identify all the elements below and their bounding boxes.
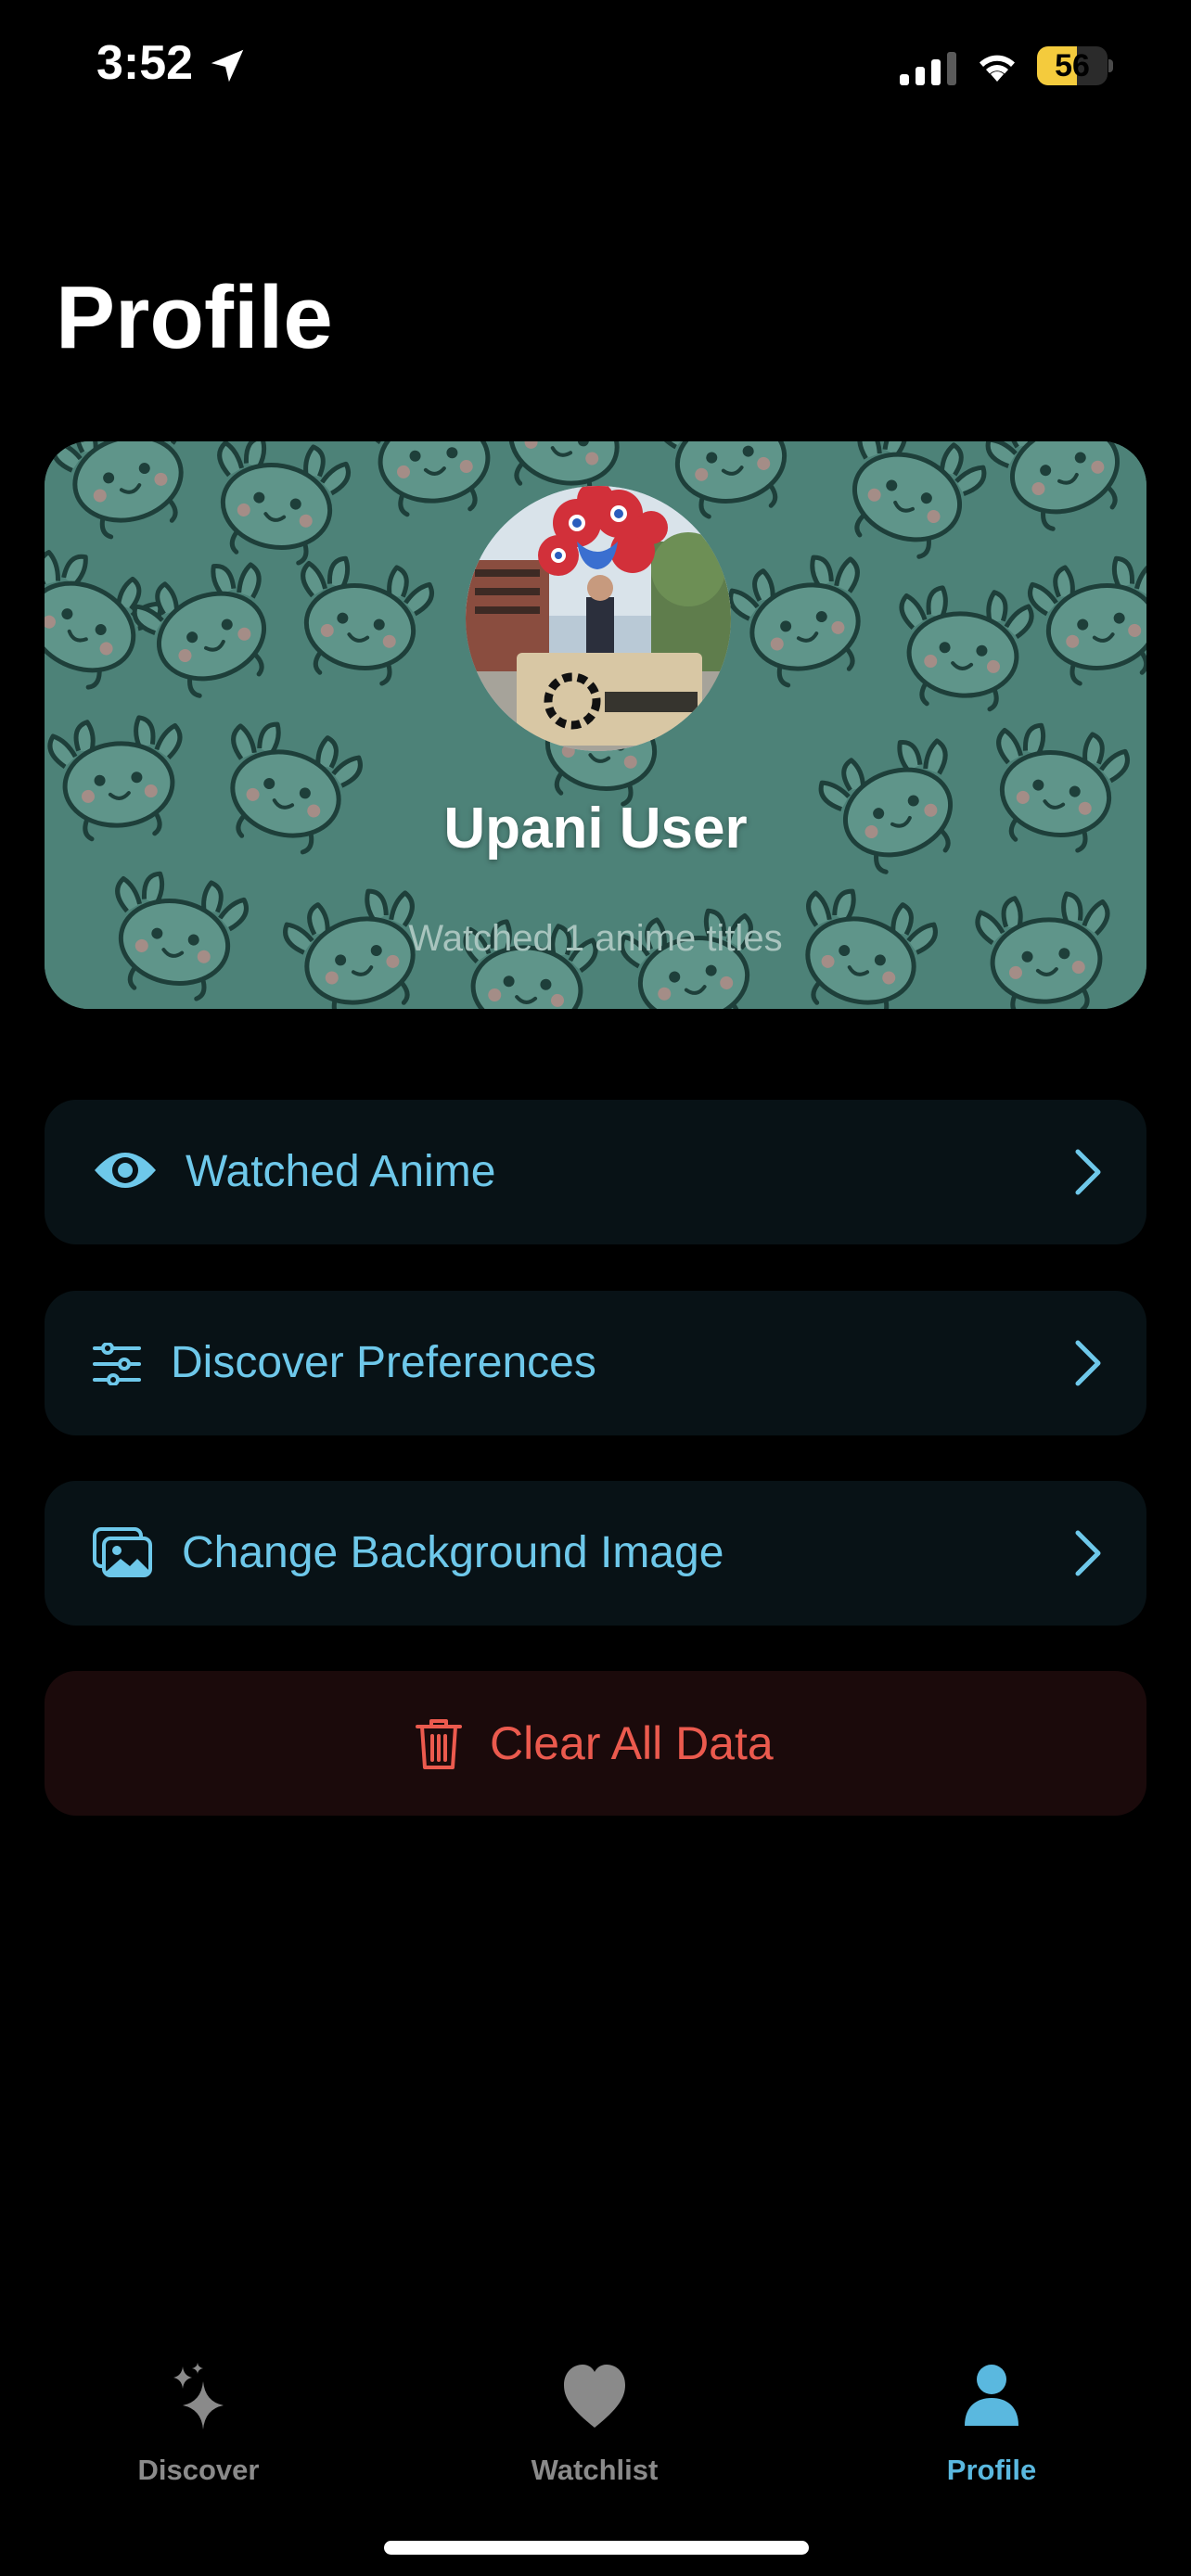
chevron-right-icon [1075, 1530, 1101, 1576]
avatar[interactable] [466, 486, 731, 751]
chevron-right-icon [1075, 1149, 1101, 1195]
person-icon [965, 2365, 1018, 2426]
avatar-photo [466, 486, 731, 751]
status-bar: 3:52 56 [0, 0, 1191, 139]
chevron-right-icon [1075, 1340, 1101, 1386]
battery-indicator: 56 [1037, 46, 1113, 85]
photos-icon [93, 1527, 152, 1577]
home-indicator [384, 2541, 809, 2555]
eye-icon [95, 1153, 156, 1188]
tab-watchlist-label: Watchlist [531, 2454, 659, 2486]
cellular-signal-icon [900, 52, 956, 85]
battery-level: 56 [1055, 48, 1090, 83]
sparkles-icon [173, 2363, 224, 2429]
tab-discover[interactable]: Discover [59, 2361, 338, 2500]
trash-icon [416, 1719, 462, 1769]
watched-count-text: Watched 1 anime titles [408, 918, 783, 959]
location-arrow-icon [211, 49, 244, 83]
change-background-image-label: Change Background Image [182, 1528, 724, 1577]
tab-watchlist[interactable]: Watchlist [455, 2361, 734, 2500]
discover-preferences-label: Discover Preferences [171, 1338, 596, 1387]
watched-anime-label: Watched Anime [186, 1147, 496, 1196]
profile-card[interactable]: Upani User Watched 1 anime titles [45, 441, 1146, 1009]
watched-anime-row[interactable]: Watched Anime [45, 1100, 1146, 1244]
wifi-icon [980, 55, 1015, 82]
tab-discover-label: Discover [137, 2454, 260, 2486]
profile-name: Upani User [443, 797, 748, 861]
status-time: 3:52 [96, 36, 194, 90]
heart-icon [564, 2365, 625, 2428]
sliders-icon [93, 1343, 141, 1385]
tab-profile-label: Profile [946, 2454, 1037, 2486]
tab-profile[interactable]: Profile [852, 2361, 1131, 2500]
page-title: Profile [56, 268, 333, 367]
battery-cap [1108, 59, 1113, 72]
clear-all-data-label: Clear All Data [490, 1717, 774, 1769]
change-background-image-row[interactable]: Change Background Image [45, 1481, 1146, 1626]
battery-body: 56 [1037, 46, 1108, 85]
discover-preferences-row[interactable]: Discover Preferences [45, 1291, 1146, 1435]
clear-all-data-button[interactable]: Clear All Data [45, 1671, 1146, 1816]
tab-bar: Discover Watchlist Profile [0, 2337, 1191, 2576]
